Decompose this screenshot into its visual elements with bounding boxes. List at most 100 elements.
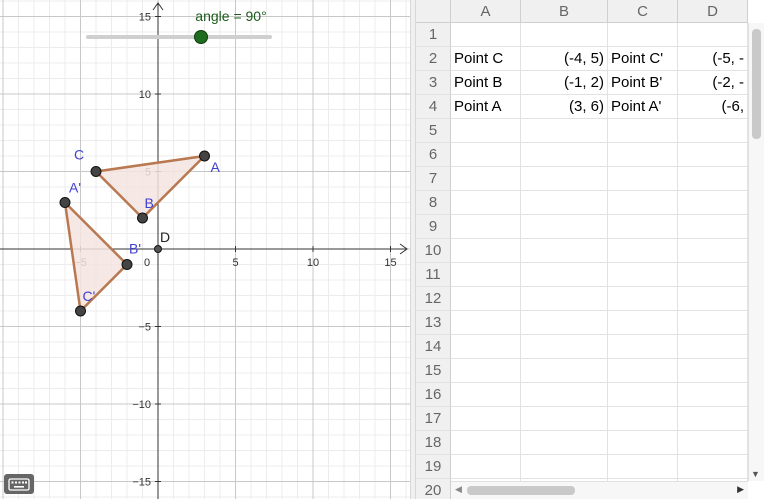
cell-d10[interactable] [678, 239, 748, 263]
row-header-5[interactable]: 5 [416, 119, 451, 143]
cell-d18[interactable] [678, 431, 748, 455]
cell-d9[interactable] [678, 215, 748, 239]
column-header-d[interactable]: D [678, 0, 748, 23]
cell-b6[interactable] [521, 143, 608, 167]
row-header-19[interactable]: 19 [416, 455, 451, 479]
keyboard-button[interactable] [4, 474, 34, 494]
cell-d16[interactable] [678, 383, 748, 407]
cell-a14[interactable] [451, 335, 521, 359]
cell-c12[interactable] [608, 287, 678, 311]
cell-a9[interactable] [451, 215, 521, 239]
graphics-view[interactable]: −505101515105−5−10−15 ABCA'B'C'D angle =… [0, 0, 410, 499]
column-header-c[interactable]: C [608, 0, 678, 23]
cell-d14[interactable] [678, 335, 748, 359]
cell-c19[interactable] [608, 455, 678, 479]
cell-b19[interactable] [521, 455, 608, 479]
column-header-b[interactable]: B [521, 0, 608, 23]
horizontal-scrollbar[interactable]: ◀ ▶ [451, 481, 748, 499]
cell-c2[interactable]: Point C' [608, 47, 678, 71]
cell-c13[interactable] [608, 311, 678, 335]
vertical-scroll-thumb[interactable] [752, 29, 761, 139]
cell-a1[interactable] [451, 23, 521, 47]
row-header-8[interactable]: 8 [416, 191, 451, 215]
cell-d5[interactable] [678, 119, 748, 143]
cell-d12[interactable] [678, 287, 748, 311]
vertical-scrollbar[interactable]: ▼ [748, 23, 764, 481]
cell-a7[interactable] [451, 167, 521, 191]
cell-d13[interactable] [678, 311, 748, 335]
cell-d2[interactable]: (-5, - [678, 47, 748, 71]
scroll-right-arrow-icon[interactable]: ▶ [737, 484, 744, 495]
cell-a6[interactable] [451, 143, 521, 167]
cell-b14[interactable] [521, 335, 608, 359]
cell-b12[interactable] [521, 287, 608, 311]
cell-b18[interactable] [521, 431, 608, 455]
cell-b5[interactable] [521, 119, 608, 143]
cell-c6[interactable] [608, 143, 678, 167]
cell-b16[interactable] [521, 383, 608, 407]
graphics-canvas[interactable]: −505101515105−5−10−15 ABCA'B'C'D angle =… [0, 0, 410, 499]
cell-c17[interactable] [608, 407, 678, 431]
slider-handle[interactable] [194, 30, 208, 44]
cell-a3[interactable]: Point B [451, 71, 521, 95]
cell-b11[interactable] [521, 263, 608, 287]
cell-b1[interactable] [521, 23, 608, 47]
cell-a15[interactable] [451, 359, 521, 383]
point-c[interactable] [90, 166, 102, 177]
cell-a16[interactable] [451, 383, 521, 407]
row-header-11[interactable]: 11 [416, 263, 451, 287]
row-header-1[interactable]: 1 [416, 23, 451, 47]
scroll-down-arrow-icon[interactable]: ▼ [751, 469, 760, 479]
cell-b8[interactable] [521, 191, 608, 215]
cell-b2[interactable]: (-4, 5) [521, 47, 608, 71]
cell-d6[interactable] [678, 143, 748, 167]
cell-c16[interactable] [608, 383, 678, 407]
cell-c4[interactable]: Point A' [608, 95, 678, 119]
cell-b4[interactable]: (3, 6) [521, 95, 608, 119]
row-header-2[interactable]: 2 [416, 47, 451, 71]
cell-c11[interactable] [608, 263, 678, 287]
cell-a8[interactable] [451, 191, 521, 215]
horizontal-scroll-thumb[interactable] [467, 486, 575, 495]
cell-a4[interactable]: Point A [451, 95, 521, 119]
cell-a19[interactable] [451, 455, 521, 479]
spreadsheet-corner[interactable] [416, 0, 451, 23]
row-header-15[interactable]: 15 [416, 359, 451, 383]
cell-c8[interactable] [608, 191, 678, 215]
row-header-10[interactable]: 10 [416, 239, 451, 263]
row-header-16[interactable]: 16 [416, 383, 451, 407]
point-b[interactable] [137, 212, 148, 224]
row-header-18[interactable]: 18 [416, 431, 451, 455]
cell-b13[interactable] [521, 311, 608, 335]
point-d[interactable] [154, 245, 162, 253]
column-header-a[interactable]: A [451, 0, 521, 23]
cell-d1[interactable] [678, 23, 748, 47]
cell-b17[interactable] [521, 407, 608, 431]
point-a[interactable] [199, 150, 210, 162]
point-b-prime[interactable] [121, 259, 133, 270]
row-header-17[interactable]: 17 [416, 407, 451, 431]
cell-c1[interactable] [608, 23, 678, 47]
cell-d15[interactable] [678, 359, 748, 383]
cell-b3[interactable]: (-1, 2) [521, 71, 608, 95]
row-header-7[interactable]: 7 [416, 167, 451, 191]
row-header-14[interactable]: 14 [416, 335, 451, 359]
cell-d7[interactable] [678, 167, 748, 191]
cell-d11[interactable] [678, 263, 748, 287]
cell-a12[interactable] [451, 287, 521, 311]
cell-b9[interactable] [521, 215, 608, 239]
cell-c18[interactable] [608, 431, 678, 455]
row-header-3[interactable]: 3 [416, 71, 451, 95]
row-header-6[interactable]: 6 [416, 143, 451, 167]
cell-c5[interactable] [608, 119, 678, 143]
angle-slider[interactable]: angle = 90° [86, 8, 272, 44]
row-header-13[interactable]: 13 [416, 311, 451, 335]
cell-b15[interactable] [521, 359, 608, 383]
cell-d4[interactable]: (-6, [678, 95, 748, 119]
cell-d17[interactable] [678, 407, 748, 431]
row-header-12[interactable]: 12 [416, 287, 451, 311]
cell-a11[interactable] [451, 263, 521, 287]
cell-d3[interactable]: (-2, - [678, 71, 748, 95]
point-a-prime[interactable] [59, 197, 71, 208]
cell-c7[interactable] [608, 167, 678, 191]
